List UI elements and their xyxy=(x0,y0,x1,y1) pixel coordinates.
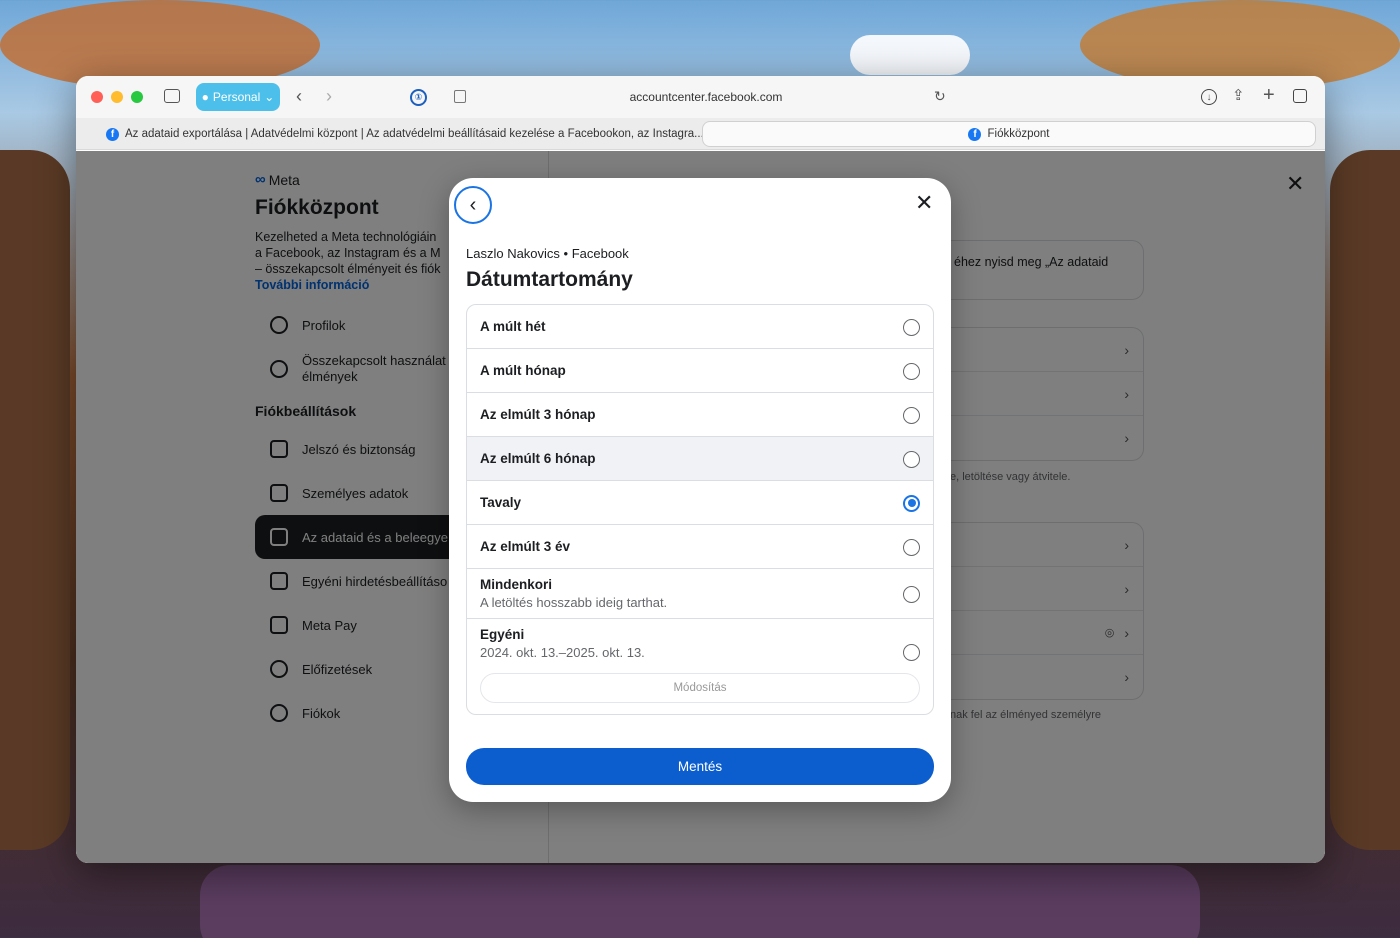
option-sublabel: 2024. okt. 13.–2025. okt. 13. xyxy=(480,645,645,660)
option-label: A múlt hét xyxy=(480,319,546,334)
share-icon[interactable]: ⇪ xyxy=(1232,86,1245,104)
wallpaper-cloud xyxy=(850,35,970,75)
save-label: Mentés xyxy=(677,759,723,774)
sidebar-toggle-icon[interactable] xyxy=(164,89,180,103)
profile-label: Personal xyxy=(212,90,261,104)
chevron-left-icon: ‹ xyxy=(469,193,477,216)
tab-title: Az adataid exportálása | Adatvédelmi köz… xyxy=(125,128,702,140)
forward-icon[interactable]: › xyxy=(326,86,332,107)
option-last-3-months[interactable]: Az elmúlt 3 hónap xyxy=(467,393,933,437)
option-label: Egyéni xyxy=(480,627,525,642)
download-icon[interactable]: ↓ xyxy=(1201,89,1217,105)
save-button[interactable]: Mentés xyxy=(466,748,934,785)
reload-icon[interactable]: ↻ xyxy=(934,88,946,105)
chevron-down-icon: ⌄ xyxy=(264,90,275,104)
wallpaper-tree-left xyxy=(0,150,70,850)
radio-button[interactable] xyxy=(903,450,920,468)
radio-button[interactable] xyxy=(903,644,920,661)
dialog-title: Dátumtartomány xyxy=(466,268,633,291)
modify-label: Módosítás xyxy=(673,682,727,694)
option-label: Mindenkori xyxy=(480,577,553,592)
option-label: Az elmúlt 3 hónap xyxy=(480,407,596,422)
radio-button[interactable] xyxy=(903,538,920,556)
modify-button[interactable]: Módosítás xyxy=(480,673,920,703)
tab-overview-icon[interactable] xyxy=(1293,89,1307,103)
date-range-dialog: ‹ ✕ Laszlo Nakovics • Facebook Dátumtart… xyxy=(449,178,951,802)
profile-switcher[interactable]: ● Personal ⌄ xyxy=(196,83,280,111)
option-sublabel: A letöltés hosszabb ideig tarthat. xyxy=(480,595,668,610)
account-label: Laszlo Nakovics • Facebook xyxy=(466,246,629,261)
minimize-window-button[interactable] xyxy=(111,91,123,103)
radio-button[interactable] xyxy=(903,585,920,603)
option-last-6-months[interactable]: Az elmúlt 6 hónap xyxy=(467,437,933,481)
person-icon: ● xyxy=(201,90,209,104)
option-label: Az elmúlt 3 év xyxy=(480,539,571,554)
radio-button-selected[interactable] xyxy=(903,494,920,512)
browser-toolbar: ● Personal ⌄ ‹ › ① accountcenter.faceboo… xyxy=(76,76,1325,118)
tab-account-center[interactable]: f Fiókközpont xyxy=(702,121,1316,147)
tab-export-data[interactable]: f Az adataid exportálása | Adatvédelmi k… xyxy=(106,121,702,147)
date-range-options: A múlt hét A múlt hónap Az elmúlt 3 hóna… xyxy=(466,304,934,715)
option-custom[interactable]: Egyéni 2024. okt. 13.–2025. okt. 13. Mód… xyxy=(467,619,933,712)
tab-bar: f Az adataid exportálása | Adatvédelmi k… xyxy=(76,118,1325,150)
option-label: Tavaly xyxy=(480,495,522,510)
option-last-year[interactable]: Tavaly xyxy=(467,481,933,525)
password-manager-icon[interactable]: ① xyxy=(410,89,427,106)
address-bar[interactable]: accountcenter.facebook.com xyxy=(456,84,956,110)
option-last-month[interactable]: A múlt hónap xyxy=(467,349,933,393)
facebook-icon: f xyxy=(968,127,982,141)
new-tab-icon[interactable]: + xyxy=(1263,84,1275,107)
option-all-time[interactable]: Mindenkori A letöltés hosszabb ideig tar… xyxy=(467,569,933,619)
close-icon[interactable]: ✕ xyxy=(915,192,933,214)
radio-button[interactable] xyxy=(903,318,920,336)
option-label: Az elmúlt 6 hónap xyxy=(480,451,596,466)
option-label: A múlt hónap xyxy=(480,363,566,378)
radio-button[interactable] xyxy=(903,362,920,380)
tab-title: Fiókközpont xyxy=(987,128,1050,140)
zoom-window-button[interactable] xyxy=(131,91,143,103)
close-window-button[interactable] xyxy=(91,91,103,103)
facebook-icon: f xyxy=(106,127,119,141)
url-text: accountcenter.facebook.com xyxy=(629,90,783,104)
wallpaper-tree-right xyxy=(1330,150,1400,850)
wallpaper-lavender xyxy=(200,865,1200,938)
back-icon[interactable]: ‹ xyxy=(296,86,302,107)
option-last-3-years[interactable]: Az elmúlt 3 év xyxy=(467,525,933,569)
radio-button[interactable] xyxy=(903,406,920,424)
option-last-week[interactable]: A múlt hét xyxy=(467,305,933,349)
back-button[interactable]: ‹ xyxy=(454,186,492,224)
